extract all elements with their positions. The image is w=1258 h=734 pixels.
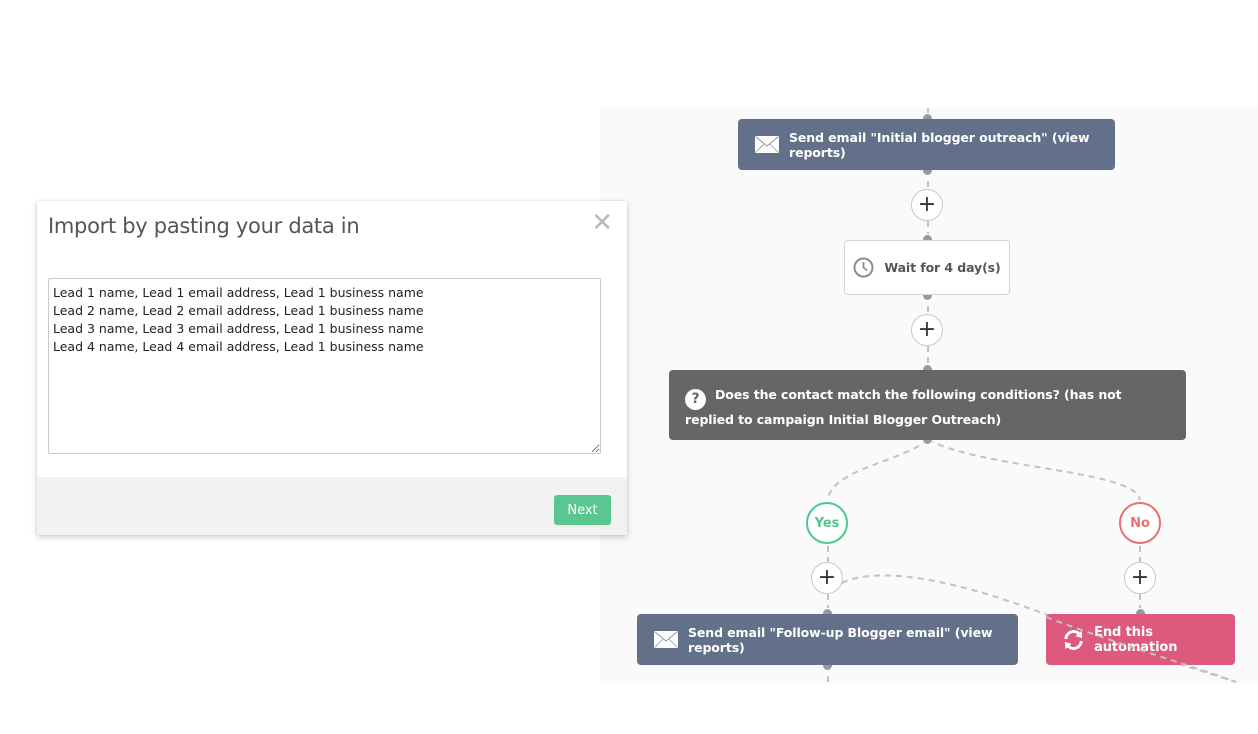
modal-footer: Next — [37, 477, 627, 535]
question-icon: ? — [685, 389, 706, 410]
branch-no-label: No — [1130, 515, 1150, 531]
condition-label: Does the contact match the following con… — [685, 387, 1122, 427]
envelope-icon — [654, 631, 678, 648]
send-email-node-follow-up[interactable]: Send email "Follow-up Blogger email" (vi… — [637, 614, 1018, 665]
clock-icon — [853, 257, 874, 278]
add-step-button[interactable]: + — [911, 314, 943, 346]
end-automation-node[interactable]: End this automation — [1046, 614, 1235, 665]
plus-icon: + — [1130, 565, 1150, 590]
plus-icon: + — [817, 565, 837, 590]
end-automation-label: End this automation — [1094, 624, 1178, 655]
wait-node[interactable]: Wait for 4 day(s) — [844, 240, 1010, 295]
add-step-button[interactable]: + — [911, 189, 943, 221]
envelope-icon — [755, 136, 779, 153]
modal-title: Import by pasting your data in — [48, 214, 360, 238]
add-step-button-no[interactable]: + — [1124, 562, 1156, 594]
condition-node[interactable]: ? Does the contact match the following co… — [669, 370, 1186, 440]
branch-no[interactable]: No — [1119, 502, 1161, 544]
close-icon[interactable]: ✕ — [591, 210, 613, 236]
paste-data-textarea[interactable] — [48, 278, 601, 454]
send-email-label: Send email "Initial blogger outreach" (v… — [789, 129, 1090, 160]
sync-icon — [1064, 629, 1083, 650]
branch-yes[interactable]: Yes — [806, 502, 848, 544]
add-step-button-yes[interactable]: + — [811, 562, 843, 594]
plus-icon: + — [917, 192, 937, 217]
wait-label: Wait for 4 day(s) — [884, 260, 1001, 275]
send-email-node-initial-outreach[interactable]: Send email "Initial blogger outreach" (v… — [738, 119, 1115, 170]
import-modal: Import by pasting your data in ✕ Next — [37, 201, 627, 535]
next-button[interactable]: Next — [554, 495, 611, 525]
branch-yes-label: Yes — [814, 515, 840, 531]
plus-icon: + — [917, 317, 937, 342]
send-email-label: Send email "Follow-up Blogger email" (vi… — [688, 624, 993, 655]
